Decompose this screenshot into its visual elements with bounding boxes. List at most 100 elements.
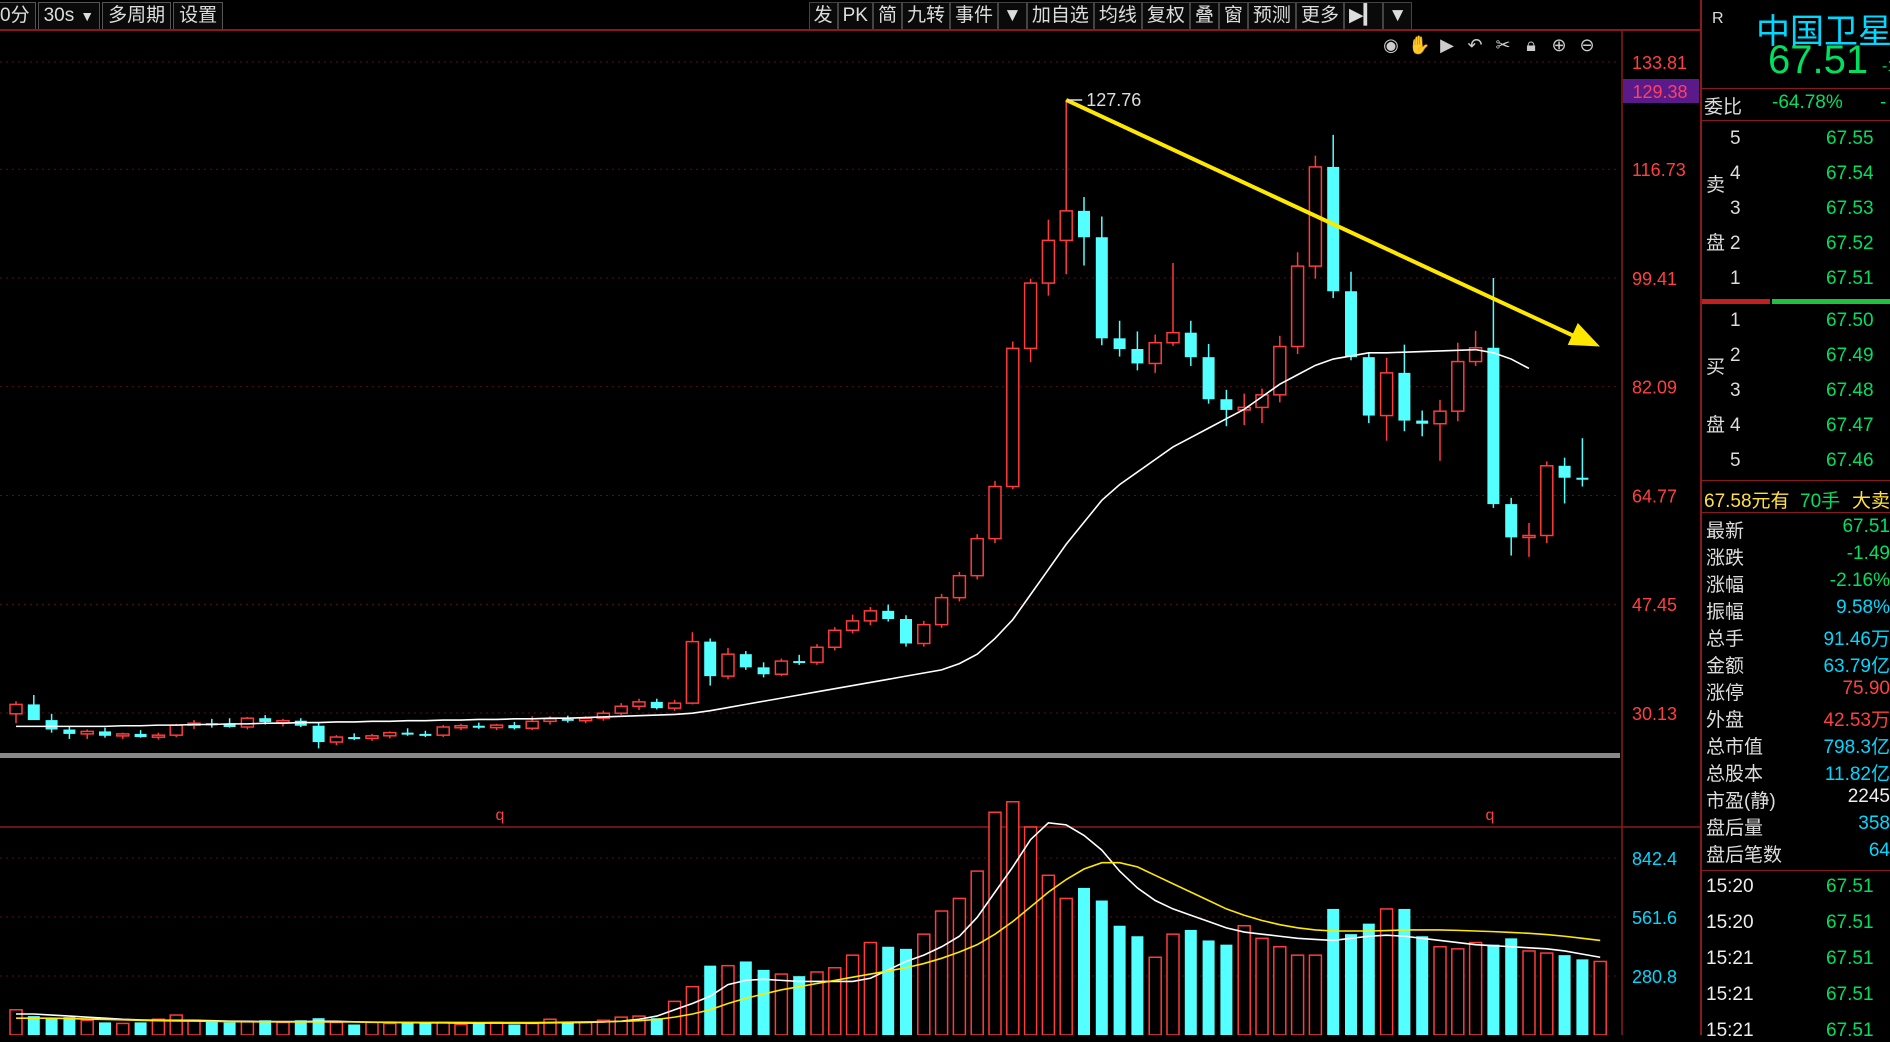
candle-body-up: [578, 717, 593, 722]
stat-value: 91.46万: [1823, 629, 1890, 650]
buy-side-label: 盘: [1706, 415, 1726, 436]
stat-label: 盘后量: [1706, 818, 1764, 839]
candle-body-down: [27, 704, 40, 721]
candle-body-down: [63, 729, 76, 734]
candle-body-up: [774, 660, 789, 676]
candle-body-up: [240, 717, 255, 728]
candle-body-up: [685, 640, 700, 704]
level-price: 67.52: [1826, 233, 1874, 254]
candle-body-up: [1540, 465, 1554, 537]
volume-bar-up: [1148, 956, 1162, 1035]
stat-label: 总市值: [1706, 737, 1764, 758]
volume-bar-down: [704, 965, 717, 1035]
volume-bar-down: [793, 976, 806, 1035]
volume-bar-up: [774, 973, 789, 1035]
volume-bar-up: [988, 811, 1002, 1035]
candle-body-up: [383, 731, 397, 737]
candle-body-up: [169, 724, 183, 736]
price-change-partial: -1: [1882, 58, 1890, 75]
stat-label: 涨停: [1706, 683, 1745, 704]
volume-bar-up: [917, 933, 931, 1035]
volume-bar-down: [1131, 936, 1144, 1035]
price-axis: 133.81 116.73 99.41 82.09 64.77 47.45 30.13: [1632, 53, 1687, 724]
volume-ma-yellow: [16, 861, 1601, 1024]
sell-side-label: 卖: [1706, 175, 1726, 196]
candle-body-down: [1095, 237, 1108, 339]
stat-value: 64: [1868, 840, 1890, 861]
level-price: 67.51: [1826, 268, 1874, 289]
candle-body-up: [365, 735, 379, 740]
candle-body-up: [1379, 372, 1394, 417]
stat-value: 75.90: [1842, 678, 1890, 699]
volume-bar-up: [365, 1021, 379, 1035]
volume-bar-down: [205, 1021, 218, 1035]
candle-body-down: [1131, 349, 1144, 364]
price-axis-label: 133.81: [1632, 53, 1687, 73]
stat-label: 涨跌: [1706, 548, 1745, 569]
stat-value: 2245: [1847, 786, 1890, 807]
candle-body-down: [312, 725, 325, 743]
volume-bar-up: [151, 1018, 166, 1035]
level-number: 1: [1730, 268, 1741, 289]
level-price: 67.53: [1826, 198, 1874, 219]
volume-bar-up: [1255, 937, 1269, 1035]
volume-bar-down: [1220, 944, 1233, 1035]
level-number: 3: [1730, 198, 1741, 219]
volume-ma-white: [16, 821, 1601, 1024]
candle-body-up: [828, 629, 842, 649]
volume-bar-down: [348, 1024, 361, 1035]
volume-bar-down: [1078, 887, 1090, 1035]
candle-body-down: [882, 610, 895, 620]
candlestick-chart[interactable]: 133.81 116.73 99.41 82.09 64.77 47.45 30.13 12…: [0, 0, 1700, 1035]
volume-bar-up: [952, 897, 967, 1035]
candle-body-up: [845, 620, 860, 632]
volume-bar-down: [63, 1017, 76, 1035]
candle-body-up: [934, 596, 949, 626]
stat-label: 总手: [1706, 629, 1745, 650]
candle-body-down: [401, 732, 414, 735]
candle-body-down: [1220, 399, 1233, 410]
level-number: 5: [1730, 450, 1741, 471]
volume-bar-up: [454, 1023, 468, 1035]
volume-bars: [9, 801, 1607, 1035]
candle-body-down: [1362, 357, 1375, 416]
volume-bar-down: [1505, 938, 1518, 1035]
tick-time: 15:20: [1706, 876, 1754, 897]
tick-price: 67.51: [1826, 984, 1874, 1005]
stat-value: 798.3亿: [1823, 737, 1890, 758]
price-axis-label: 47.45: [1632, 595, 1677, 615]
volume-bar-down: [1416, 936, 1429, 1035]
level-price: 67.49: [1826, 345, 1874, 366]
divider: [1702, 88, 1890, 89]
price-axis-label: 82.09: [1632, 378, 1677, 398]
candle-body-up: [1433, 410, 1447, 425]
level-price: 67.55: [1826, 128, 1874, 149]
candle-body-down: [561, 718, 574, 721]
volume-bar-up: [436, 1021, 450, 1035]
level-number: 2: [1730, 233, 1741, 254]
tick-time: 15:21: [1706, 948, 1754, 969]
candle-body-up: [116, 733, 130, 737]
stat-label: 最新: [1706, 521, 1745, 542]
stat-value: 358: [1858, 813, 1890, 834]
candle-body-down: [99, 731, 111, 736]
volume-bar-up: [1540, 952, 1554, 1035]
candle-body-up: [970, 537, 984, 577]
volume-bar-up: [1290, 954, 1305, 1035]
volume-bar-up: [1059, 897, 1073, 1035]
stat-value: 11.82亿: [1824, 764, 1890, 785]
volume-axis-label: 842.4: [1632, 849, 1677, 869]
weibi-label: 委比: [1704, 97, 1743, 118]
tick-price: 67.51: [1826, 876, 1874, 897]
stat-value: -1.49: [1846, 543, 1890, 564]
candle-body-up: [436, 726, 450, 736]
high-price-label: 127.76: [1086, 90, 1141, 110]
candle-body-down: [1184, 332, 1197, 358]
r-flag: R: [1712, 10, 1724, 27]
volume-bar-down: [472, 1023, 485, 1035]
volume-bar-up: [1041, 874, 1056, 1035]
candle-body-down: [1345, 291, 1357, 358]
candle-body-down: [1558, 465, 1571, 478]
tick-time: 15:20: [1706, 912, 1754, 933]
marker-right: q: [1486, 807, 1495, 824]
